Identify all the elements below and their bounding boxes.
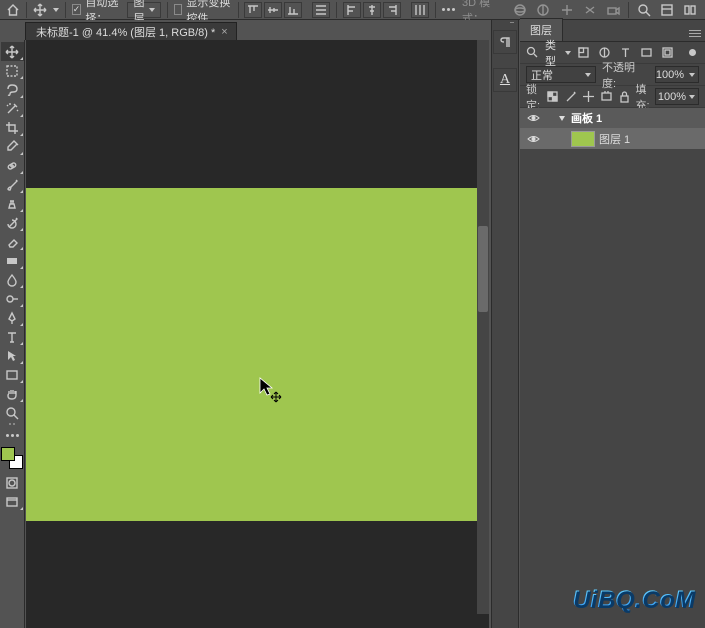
document-tab-title: 未标题-1 @ 41.4% (图层 1, RGB/8) *	[36, 24, 215, 40]
lock-position-icon[interactable]	[582, 90, 595, 104]
distribute-horizontal-group	[312, 2, 330, 18]
pen-tool[interactable]	[1, 308, 24, 327]
opacity-input[interactable]: 100%	[655, 66, 699, 83]
tool-preset-caret[interactable]	[53, 8, 59, 12]
history-brush-tool[interactable]	[1, 213, 24, 232]
artboard[interactable]	[26, 188, 477, 521]
blur-tool[interactable]	[1, 270, 24, 289]
pan-3d-icon	[558, 1, 575, 19]
align-hcenter-icon[interactable]	[363, 2, 381, 18]
view-options-icon[interactable]	[658, 1, 675, 19]
filter-toggle-icon[interactable]	[686, 46, 699, 59]
visibility-toggle-icon[interactable]	[526, 134, 541, 144]
slide-3d-icon	[581, 1, 598, 19]
artboard-collapse-icon[interactable]	[559, 116, 565, 121]
canvas-area[interactable]	[26, 40, 489, 628]
hand-tool[interactable]	[1, 384, 24, 403]
color-swatches[interactable]	[1, 447, 23, 469]
screen-mode-tool[interactable]	[1, 492, 24, 511]
dodge-tool[interactable]	[1, 289, 24, 308]
filter-search-icon[interactable]	[526, 46, 539, 59]
lock-transparency-icon[interactable]	[546, 90, 559, 104]
layer-list: 画板 1 图层 1	[520, 108, 705, 149]
magic-wand-tool[interactable]	[1, 99, 24, 118]
vertical-scrollbar[interactable]	[477, 40, 489, 614]
healing-brush-tool[interactable]	[1, 156, 24, 175]
clone-stamp-tool[interactable]	[1, 194, 24, 213]
camera-3d-icon	[605, 1, 622, 19]
filter-type-icon[interactable]	[619, 46, 632, 59]
workspace-icon[interactable]	[682, 1, 699, 19]
type-tool[interactable]	[1, 327, 24, 346]
align-top-icon[interactable]	[244, 2, 262, 18]
layer-thumbnail[interactable]	[571, 131, 595, 147]
move-tool[interactable]	[1, 42, 24, 61]
tools-panel	[0, 40, 25, 628]
align-vcenter-icon[interactable]	[264, 2, 282, 18]
quick-mask-tool[interactable]	[1, 473, 24, 492]
layers-panel: 图层 类型 正常 不透明度: 100% 锁定: 填	[520, 20, 705, 628]
paragraph-panel-icon[interactable]	[493, 30, 517, 54]
eyedropper-tool[interactable]	[1, 137, 24, 156]
auto-select-target-dropdown[interactable]: 图层	[127, 2, 161, 18]
filter-kind-dropdown[interactable]: 类型	[545, 37, 571, 69]
scrollbar-thumb[interactable]	[478, 226, 488, 312]
brush-tool[interactable]	[1, 175, 24, 194]
zoom-tool[interactable]	[1, 403, 24, 422]
blend-mode-row: 正常 不透明度: 100%	[520, 64, 705, 86]
close-tab-icon[interactable]: ×	[221, 26, 227, 38]
lock-artboard-icon[interactable]	[600, 90, 613, 104]
path-selection-tool[interactable]	[1, 346, 24, 365]
home-icon[interactable]	[6, 1, 20, 19]
artboard-row[interactable]: 画板 1	[520, 108, 705, 128]
fill-input[interactable]: 100%	[655, 88, 699, 105]
character-panel-icon[interactable]: A	[493, 68, 517, 92]
move-tool-icon[interactable]	[33, 1, 47, 19]
lock-pixels-icon[interactable]	[564, 90, 577, 104]
foreground-color-swatch[interactable]	[1, 447, 15, 461]
collapsed-panel-strip: A	[491, 20, 519, 628]
filter-smart-icon[interactable]	[661, 46, 674, 59]
filter-shape-icon[interactable]	[640, 46, 653, 59]
align-left-icon[interactable]	[343, 2, 361, 18]
filter-pixel-icon[interactable]	[577, 46, 590, 59]
orbit-3d-icon	[511, 1, 528, 19]
marquee-tool[interactable]	[1, 61, 24, 80]
rectangle-tool[interactable]	[1, 365, 24, 384]
watermark-text: UiBQ.CoM	[572, 586, 695, 614]
roll-3d-icon	[535, 1, 552, 19]
distribute-h-icon[interactable]	[312, 2, 330, 18]
eraser-tool[interactable]	[1, 232, 24, 251]
align-horizontal-group	[244, 2, 302, 18]
layer-row[interactable]: 图层 1	[520, 128, 705, 149]
artboard-name[interactable]: 画板 1	[571, 110, 602, 126]
panel-menu-icon[interactable]	[689, 30, 701, 41]
edit-toolbar-icon[interactable]	[1, 426, 24, 445]
crop-tool[interactable]	[1, 118, 24, 137]
gradient-tool[interactable]	[1, 251, 24, 270]
lock-all-icon[interactable]	[618, 90, 631, 104]
align-bottom-icon[interactable]	[284, 2, 302, 18]
options-bar: ✓ 自动选择： 图层 显示变换控件 3D 模式：	[0, 0, 705, 20]
distribute-vertical-group	[411, 2, 429, 18]
more-options-icon[interactable]	[442, 1, 456, 19]
layer-name[interactable]: 图层 1	[599, 131, 630, 147]
document-tab[interactable]: 未标题-1 @ 41.4% (图层 1, RGB/8) * ×	[25, 22, 237, 40]
filter-adjustment-icon[interactable]	[598, 46, 611, 59]
search-icon[interactable]	[635, 1, 652, 19]
distribute-v-icon[interactable]	[411, 2, 429, 18]
visibility-toggle-icon[interactable]	[526, 113, 541, 123]
align-right-icon[interactable]	[383, 2, 401, 18]
align-vertical-group	[343, 2, 401, 18]
lasso-tool[interactable]	[1, 80, 24, 99]
